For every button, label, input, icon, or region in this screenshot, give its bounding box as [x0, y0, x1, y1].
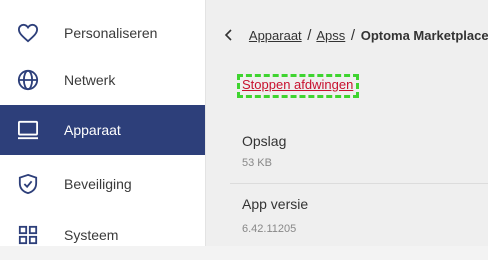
grid-icon: [16, 223, 40, 247]
sidebar-item-label: Systeem: [64, 227, 119, 243]
main-panel: Apparaat / Apss / Optoma Marketplace Sto…: [206, 0, 488, 246]
sidebar-item-label: Netwerk: [64, 72, 116, 88]
sidebar-item-label: Apparaat: [64, 122, 121, 138]
sidebar-item-apparaat[interactable]: Apparaat: [0, 105, 205, 155]
sidebar-item-beveiliging[interactable]: Beveiliging: [0, 159, 205, 209]
sidebar-item-personaliseren[interactable]: Personaliseren: [0, 8, 205, 58]
storage-value: 53 KB: [242, 157, 272, 169]
breadcrumb-separator: /: [350, 27, 356, 44]
sidebar-item-label: Beveiliging: [64, 176, 132, 192]
breadcrumb-link-apss[interactable]: Apss: [316, 28, 345, 43]
breadcrumb-current: Optoma Marketplace: [360, 28, 488, 43]
sidebar-item-netwerk[interactable]: Netwerk: [0, 55, 205, 105]
version-label: App versie: [242, 196, 309, 212]
storage-label: Opslag: [242, 133, 287, 149]
breadcrumb: Apparaat / Apss / Optoma Marketplace: [224, 27, 488, 44]
sidebar: Personaliseren Netwerk Apparaat Beveilig…: [0, 0, 206, 246]
chevron-left-icon[interactable]: [224, 28, 246, 43]
shield-check-icon: [16, 172, 40, 196]
sidebar-item-systeem[interactable]: Systeem: [0, 210, 205, 260]
version-value: 6.42.11205: [242, 223, 297, 235]
force-stop-link[interactable]: Stoppen afdwingen: [242, 77, 353, 92]
heart-icon: [16, 21, 40, 45]
monitor-icon: [16, 118, 40, 142]
breadcrumb-separator: /: [307, 27, 312, 44]
settings-window: Personaliseren Netwerk Apparaat Beveilig…: [0, 0, 488, 246]
breadcrumb-link-apparaat[interactable]: Apparaat: [249, 28, 302, 43]
divider: [230, 183, 488, 184]
sidebar-item-label: Personaliseren: [64, 25, 158, 41]
globe-icon: [16, 68, 40, 92]
